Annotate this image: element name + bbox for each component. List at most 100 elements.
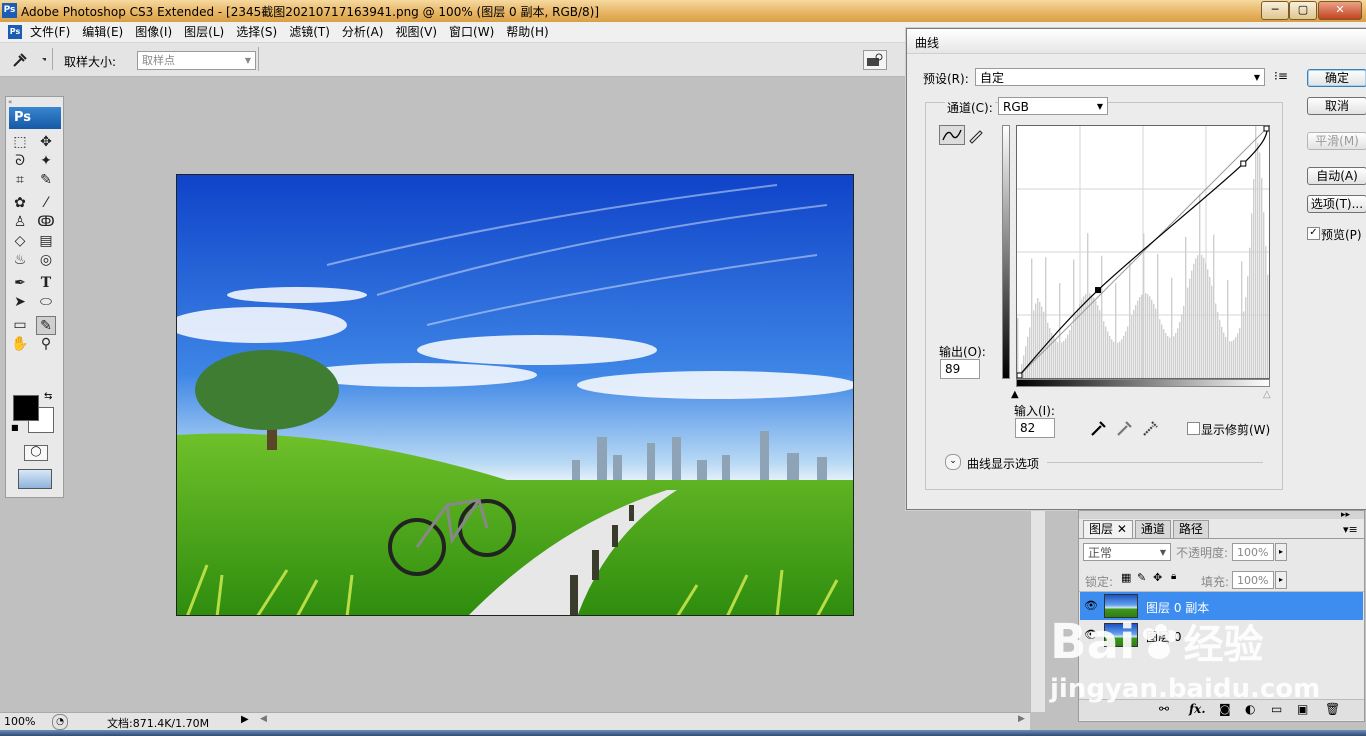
marquee-tool-icon[interactable]: ⬚	[10, 133, 30, 152]
visibility-eye-icon[interactable]: 👁︎	[1084, 599, 1098, 612]
new-group-icon[interactable]: ▭	[1271, 702, 1282, 716]
status-menu-icon[interactable]: ◔	[52, 714, 68, 730]
preset-options-icon[interactable]: ⁝≡	[1274, 69, 1288, 83]
layer-style-icon[interactable]: fx.	[1189, 702, 1206, 716]
adjustment-layer-icon[interactable]: ◐	[1245, 702, 1255, 716]
blur-tool-icon[interactable]: ♨	[10, 251, 30, 270]
trash-icon[interactable]: 🗑︎	[1325, 702, 1340, 716]
panel-menu-icon[interactable]: ▾≡	[1343, 523, 1358, 536]
zoom-level[interactable]: 100%	[4, 715, 35, 728]
status-arrow-icon[interactable]: ▶	[241, 714, 249, 725]
lock-position-icon[interactable]: ✥	[1153, 571, 1162, 584]
menu-item-9[interactable]: 帮助(H)	[500, 22, 554, 42]
curve-control-point[interactable]	[1095, 287, 1102, 294]
output-field[interactable]: 89	[940, 359, 980, 379]
healing-brush-tool-icon[interactable]: ✿	[10, 194, 30, 213]
curve-point-mode-button[interactable]	[939, 125, 965, 145]
screen-mode-button[interactable]	[18, 469, 52, 489]
menu-item-2[interactable]: 图像(I)	[129, 22, 178, 42]
type-tool-icon[interactable]: T	[36, 274, 56, 293]
dodge-tool-icon[interactable]: ◎	[36, 251, 56, 270]
document-canvas[interactable]	[176, 174, 854, 616]
menu-item-5[interactable]: 滤镜(T)	[283, 22, 336, 42]
white-point-slider-icon[interactable]: △	[1263, 389, 1271, 400]
new-layer-icon[interactable]: ▣	[1297, 702, 1308, 716]
link-layers-icon[interactable]: ⚯	[1159, 702, 1169, 716]
curve-control-point[interactable]	[1263, 125, 1270, 132]
opacity-field[interactable]: 100%	[1232, 543, 1274, 561]
ellipse-tool-icon[interactable]: ⬭	[36, 293, 56, 312]
scroll-left-icon[interactable]: ◀	[260, 714, 267, 724]
move-tool-icon[interactable]: ✥	[36, 133, 56, 152]
sample-size-select[interactable]: 取样点 ▼	[137, 51, 256, 70]
curves-graph[interactable]	[1016, 92, 1270, 379]
clone-stamp-tool-icon[interactable]: ♙	[10, 213, 30, 232]
channel-dropdown[interactable]: RGB ▼	[998, 97, 1108, 115]
cancel-button[interactable]: 取消	[1307, 97, 1366, 115]
ok-button[interactable]: 确定	[1307, 69, 1366, 87]
scroll-right-icon[interactable]: ▶	[1018, 714, 1025, 724]
white-eyedropper-icon[interactable]	[1141, 419, 1161, 437]
vertical-scrollbar[interactable]	[1030, 505, 1045, 712]
eraser-tool-icon[interactable]: ◇	[10, 232, 30, 251]
gray-eyedropper-icon[interactable]	[1115, 419, 1135, 437]
curve-control-point[interactable]	[1240, 160, 1247, 167]
black-point-slider-icon[interactable]: ▲	[1011, 389, 1019, 400]
tab-paths[interactable]: 路径	[1172, 520, 1209, 538]
menu-item-4[interactable]: 选择(S)	[230, 22, 283, 42]
panel-collapse-icon[interactable]: ▸▸	[1341, 510, 1350, 520]
menu-item-8[interactable]: 窗口(W)	[443, 22, 500, 42]
expand-options-icon[interactable]: ⌄	[945, 454, 961, 470]
lasso-tool-icon[interactable]: ᘐ	[10, 152, 30, 171]
notes-tool-icon[interactable]: ▭	[10, 316, 30, 335]
foreground-color-swatch[interactable]	[13, 395, 39, 421]
tab-layers[interactable]: 图层 ✕	[1083, 520, 1133, 538]
fill-slider-toggle[interactable]: ▸	[1275, 571, 1287, 589]
brush-tool-icon[interactable]: ⁄	[36, 194, 56, 213]
close-button[interactable]: ✕	[1318, 1, 1362, 20]
minimize-button[interactable]: ─	[1261, 1, 1289, 20]
hand-tool-icon[interactable]: ✋	[10, 335, 30, 354]
gradient-tool-icon[interactable]: ▤	[36, 232, 56, 251]
preview-checkbox[interactable]: ✓	[1307, 227, 1320, 240]
panel-grip[interactable]	[1079, 511, 1364, 519]
path-selection-tool-icon[interactable]: ➤	[10, 293, 30, 312]
document-icon[interactable]: Ps	[8, 25, 22, 39]
layer-mask-icon[interactable]: ◙	[1219, 702, 1231, 716]
quick-mask-button[interactable]: ◯	[24, 445, 48, 461]
swap-colors-icon[interactable]: ⇆	[44, 391, 52, 402]
toolbox-grip[interactable]: «	[8, 98, 12, 106]
magic-wand-tool-icon[interactable]: ✦	[36, 152, 56, 171]
auto-button[interactable]: 自动(A)	[1307, 167, 1366, 185]
blend-mode-dropdown[interactable]: 正常 ▼	[1083, 543, 1171, 561]
slice-tool-icon[interactable]: ✎	[36, 171, 56, 190]
lock-all-icon[interactable]: 🔒︎	[1171, 571, 1176, 582]
default-colors-icon[interactable]: ■	[11, 423, 19, 432]
curve-control-point[interactable]	[1016, 372, 1023, 379]
tab-channels[interactable]: 通道	[1134, 520, 1171, 538]
lock-pixels-icon[interactable]: ✎	[1137, 571, 1146, 584]
menu-item-6[interactable]: 分析(A)	[336, 22, 390, 42]
zoom-tool-icon[interactable]: ⚲	[36, 335, 56, 354]
input-field[interactable]: 82	[1015, 418, 1055, 438]
menu-item-0[interactable]: 文件(F)	[24, 22, 76, 42]
black-eyedropper-icon[interactable]	[1089, 419, 1109, 437]
maximize-button[interactable]: ▢	[1289, 1, 1317, 20]
menu-item-3[interactable]: 图层(L)	[178, 22, 230, 42]
bridge-button[interactable]	[863, 50, 887, 70]
show-clipping-checkbox[interactable]	[1187, 422, 1200, 435]
crop-tool-icon[interactable]: ⌗	[10, 171, 30, 190]
menu-item-1[interactable]: 编辑(E)	[76, 22, 129, 42]
curves-dialog-header[interactable]: 曲线	[907, 29, 1366, 54]
fill-field[interactable]: 100%	[1232, 571, 1274, 589]
preset-dropdown[interactable]: 自定 ▼	[975, 68, 1265, 86]
menu-item-7[interactable]: 视图(V)	[389, 22, 443, 42]
tool-preset-picker[interactable]	[6, 48, 53, 70]
opacity-slider-toggle[interactable]: ▸	[1275, 543, 1287, 561]
lock-transparency-icon[interactable]: ▦	[1121, 571, 1131, 584]
history-brush-tool-icon[interactable]: ↂ	[36, 213, 56, 232]
pen-tool-icon[interactable]: ✒	[10, 274, 30, 293]
options-button[interactable]: 选项(T)...	[1307, 195, 1366, 213]
eyedropper-tool-icon[interactable]: ✎	[36, 316, 56, 335]
curve-display-options-label[interactable]: 曲线显示选项	[967, 455, 1039, 472]
